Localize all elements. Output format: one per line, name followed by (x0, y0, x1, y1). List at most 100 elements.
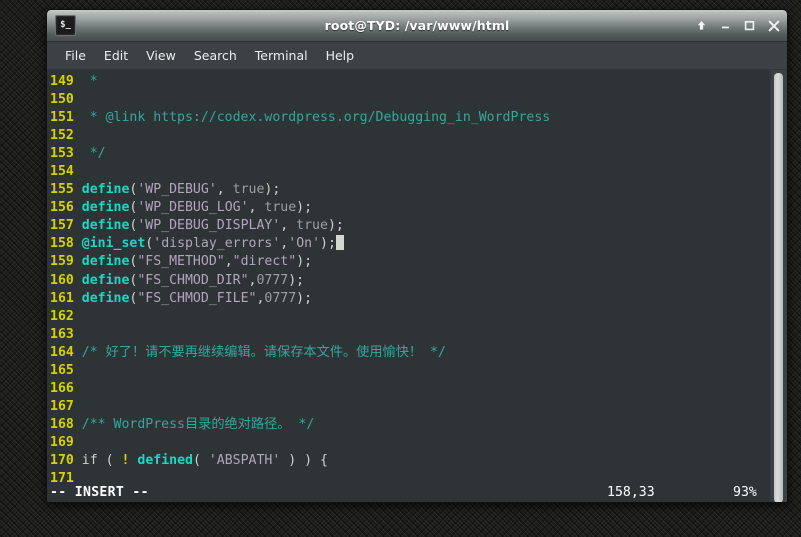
vim-cursor-position: 158,33 (607, 484, 655, 500)
code-token: /** WordPress目录的绝对路径。 */ (81, 416, 315, 432)
code-token: 'ABSPATH' (208, 452, 281, 468)
vim-scroll-percent: 93% (733, 484, 757, 500)
text-cursor (335, 235, 344, 251)
code-token: define (81, 290, 130, 306)
desktop-background: $_ root@TYD: /var/www/html File Edit Vie… (0, 0, 801, 537)
code-line: 164 /* 好了！请不要再继续编辑。请保存本文件。使用愉快！ */ (50, 344, 787, 362)
terminal-screen[interactable]: 149 * 150 151 * @link https://codex.wordp… (47, 70, 787, 502)
menubar: File Edit View Search Terminal Help (47, 42, 787, 70)
line-number: 164 (50, 344, 82, 360)
code-token: if (81, 452, 106, 468)
code-token: , (216, 182, 233, 198)
code-line: 151 * @link https://codex.wordpress.org/… (50, 109, 787, 127)
menu-item-view[interactable]: View (137, 46, 185, 65)
code-line: 160 define("FS_CHMOD_DIR",0777); (50, 272, 787, 290)
line-number: 168 (50, 416, 82, 432)
code-token: "FS_METHOD" (137, 254, 225, 270)
code-token: ( (105, 452, 122, 468)
code-token: ); (320, 236, 336, 252)
code-line: 149 * (50, 73, 787, 91)
line-number: 149 (50, 74, 82, 89)
code-token: ); (296, 200, 313, 216)
code-line: 168 /** WordPress目录的绝对路径。 */ (50, 416, 787, 434)
vertical-scrollbar[interactable] (770, 70, 787, 502)
scrollbar-thumb[interactable] (774, 73, 783, 502)
terminal-icon: $_ (55, 15, 76, 36)
code-token: ); (264, 182, 281, 198)
code-line: 153 */ (50, 145, 787, 163)
code-token: ); (327, 218, 344, 234)
line-number: 161 (50, 290, 82, 306)
code-line: 155 define('WP_DEBUG', true); (50, 181, 787, 199)
code-line: 158 @ini_set('display_errors','On'); (50, 235, 787, 253)
code-token: 0777 (256, 272, 289, 288)
line-number: 151 (50, 110, 82, 126)
line-number: 163 (50, 326, 82, 342)
line-number: 169 (50, 434, 82, 450)
code-line: 152 (50, 127, 787, 145)
code-token: , (248, 200, 265, 216)
code-token: ( (192, 452, 209, 468)
shade-button[interactable] (695, 19, 708, 32)
code-line: 166 (50, 380, 787, 398)
maximize-button[interactable] (743, 19, 756, 32)
line-number: 170 (50, 452, 82, 468)
code-line: 163 (50, 326, 787, 344)
code-line: 169 (50, 434, 787, 452)
vim-mode-indicator: -- INSERT -- (50, 484, 149, 500)
minimize-button[interactable] (719, 19, 732, 32)
menu-item-search[interactable]: Search (185, 46, 246, 65)
menu-item-help[interactable]: Help (317, 46, 364, 65)
line-number: 160 (50, 272, 82, 288)
code-token: "FS_CHMOD_FILE" (137, 290, 257, 306)
line-number: 162 (50, 308, 82, 324)
line-number: 156 (50, 200, 82, 216)
line-number: 153 (50, 146, 82, 162)
menu-item-terminal[interactable]: Terminal (246, 46, 317, 65)
code-token: ) ) { (280, 452, 328, 468)
code-token: defined (137, 452, 193, 468)
window-titlebar[interactable]: $_ root@TYD: /var/www/html (47, 10, 787, 42)
code-line: 161 define("FS_CHMOD_FILE",0777); (50, 290, 787, 308)
menu-item-edit[interactable]: Edit (95, 46, 137, 65)
code-token: 0777 (264, 290, 297, 306)
code-token: , (224, 254, 233, 270)
line-number: 158 (50, 236, 82, 252)
line-number: 152 (50, 128, 82, 144)
code-token: 'WP_DEBUG' (137, 182, 217, 198)
line-number: 159 (50, 254, 82, 270)
window-controls (695, 10, 780, 41)
code-line: 150 (50, 91, 787, 109)
close-button[interactable] (767, 19, 780, 32)
terminal-window: $_ root@TYD: /var/www/html File Edit Vie… (46, 9, 788, 503)
code-line: 156 define('WP_DEBUG_LOG', true); (50, 199, 787, 217)
code-token: ); (296, 290, 313, 306)
line-number: 167 (50, 398, 82, 414)
code-line: 167 (50, 398, 787, 416)
vim-status-line: -- INSERT -- 158,33 93% (47, 482, 787, 502)
line-number: 155 (50, 182, 82, 198)
code-token: "FS_CHMOD_DIR" (137, 272, 249, 288)
code-line: 159 define("FS_METHOD","direct"); (50, 253, 787, 271)
line-number: 157 (50, 218, 82, 234)
code-token: true (232, 182, 265, 198)
code-token: "direct" (232, 254, 297, 270)
code-token: */ (81, 146, 106, 162)
code-line: 165 (50, 362, 787, 380)
line-number: 150 (50, 92, 82, 108)
code-line: 170 if ( ! defined( 'ABSPATH' ) ) { (50, 452, 787, 470)
code-token: @ini_set (81, 236, 146, 252)
line-number: 166 (50, 380, 82, 396)
code-token: 'On' (288, 236, 321, 252)
code-token: 'WP_DEBUG_LOG' (137, 200, 249, 216)
code-token: define (81, 200, 130, 216)
vim-editor-buffer[interactable]: 149 * 150 151 * @link https://codex.wordp… (47, 70, 787, 502)
code-token: , (280, 218, 297, 234)
code-token: define (81, 182, 130, 198)
code-token: 'display_errors' (153, 236, 281, 252)
code-token: 'WP_DEBUG_DISPLAY' (137, 218, 281, 234)
code-token: * @link https://codex.wordpress.org/Debu… (81, 110, 551, 126)
code-line: 157 define('WP_DEBUG_DISPLAY', true); (50, 217, 787, 235)
line-number: 154 (50, 164, 82, 180)
menu-item-file[interactable]: File (56, 46, 95, 65)
